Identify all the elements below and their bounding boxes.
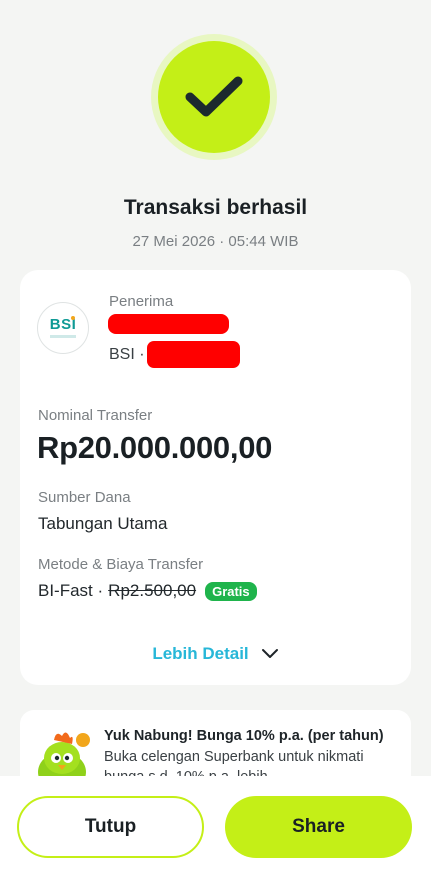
page-title: Transaksi berhasil <box>123 196 308 219</box>
method-name: BI-Fast · <box>38 581 104 600</box>
bank-logo-tagline <box>50 335 76 338</box>
bank-logo-dot <box>71 316 75 320</box>
method-row: BI-Fast · Rp2.500,00 Gratis <box>38 581 257 601</box>
method-label: Metode & Biaya Transfer <box>38 556 204 573</box>
promo-description: Buka celengan Superbank untuk nikmati <box>104 749 364 765</box>
free-badge: Gratis <box>205 581 257 601</box>
promo-title: Yuk Nabung! Bunga 10% p.a. (per tahun) <box>104 728 384 744</box>
more-details-link[interactable]: Lebih Detail <box>20 644 411 664</box>
chevron-down-icon <box>261 644 279 664</box>
amount-label: Nominal Transfer <box>38 407 153 424</box>
success-indicator <box>151 34 277 160</box>
success-circle <box>158 41 270 153</box>
bank-logo-text: BSI <box>49 316 77 333</box>
bottom-action-bar: Tutup Share <box>0 776 431 874</box>
transfer-amount: Rp20.000.000,00 <box>37 430 273 465</box>
recipient-label: Penerima <box>109 293 174 310</box>
source-label: Sumber Dana <box>38 489 131 506</box>
redacted-account-number <box>147 341 240 368</box>
more-details-label: Lebih Detail <box>152 644 249 663</box>
bank-logo: BSI <box>37 302 89 354</box>
redacted-recipient-name <box>108 314 229 334</box>
recipient-bank: BSI · <box>109 346 145 363</box>
original-fee: Rp2.500,00 <box>108 581 197 600</box>
check-icon <box>185 76 243 117</box>
share-button[interactable]: Share <box>225 796 412 858</box>
source-value: Tabungan Utama <box>38 514 168 533</box>
close-button[interactable]: Tutup <box>17 796 204 858</box>
transaction-card: BSI Penerima BSI · Nominal Transfer Rp20… <box>20 270 411 685</box>
transaction-datetime: 27 Mei 2026 · 05:44 WIB <box>132 233 299 250</box>
